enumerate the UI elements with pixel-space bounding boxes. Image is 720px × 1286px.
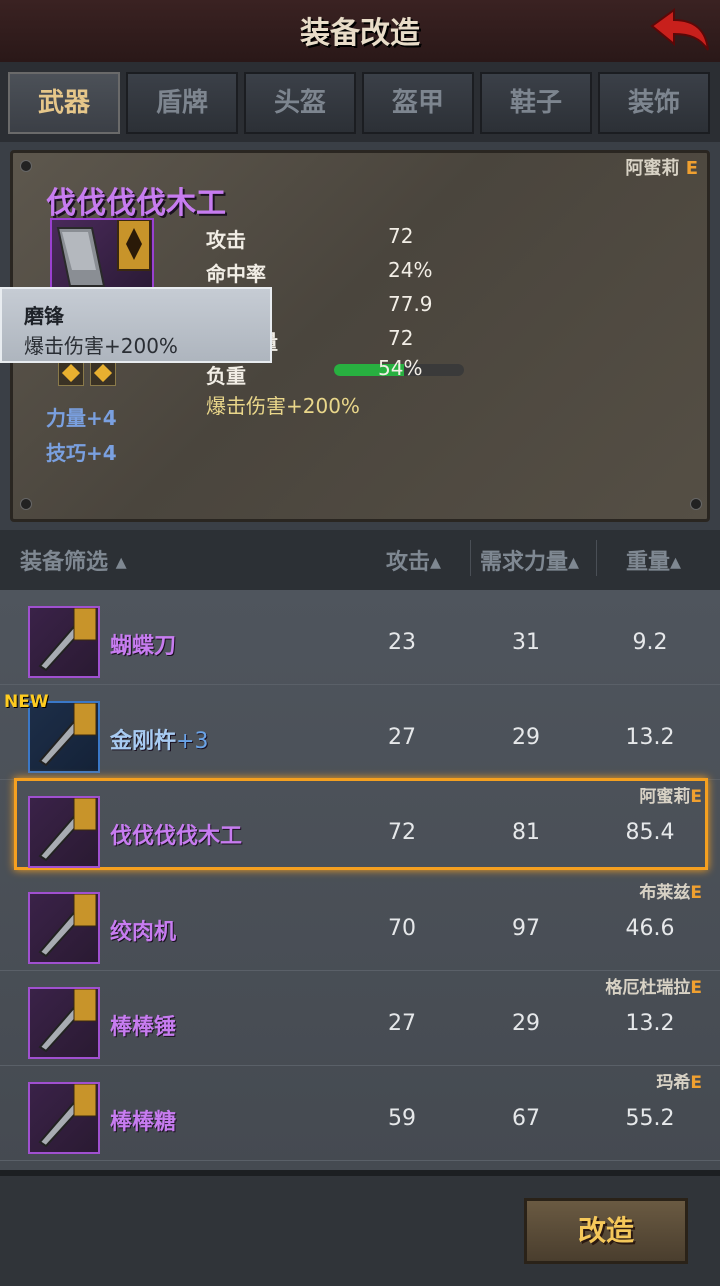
item-strength-req: 67 — [512, 1106, 540, 1131]
tooltip-desc: 爆击伤害+200% — [24, 334, 178, 358]
item-name-text: 棒棒锤 — [110, 1015, 177, 1040]
item-owner: 玛希E — [656, 1068, 702, 1093]
item-name-text: 伐伐伐伐木工 — [110, 824, 243, 849]
column-attack-label: 攻击 — [386, 550, 431, 575]
weapon-icon — [28, 606, 100, 678]
tab-helmet[interactable]: 头盔 — [244, 72, 356, 134]
item-weight: 13.2 — [625, 1011, 675, 1036]
greatsword-icon — [50, 218, 154, 292]
tab-accessory[interactable]: 装饰 — [598, 72, 710, 134]
nail-icon — [20, 160, 32, 172]
item-owner: 布莱兹E — [639, 878, 702, 903]
detail-owner: 阿蜜莉 E — [560, 154, 698, 180]
item-name-text: 棒棒糖 — [110, 1110, 177, 1135]
item-strength-req: 29 — [512, 1011, 540, 1036]
stat-value-weight: 54% — [378, 356, 423, 380]
weapon-icon — [28, 892, 100, 964]
item-owner: 阿蜜莉E — [639, 782, 702, 807]
item-weight: 55.2 — [625, 1106, 675, 1131]
column-attack[interactable]: 攻击▴ — [386, 544, 441, 576]
stat-value-accuracy: 24% — [388, 258, 433, 282]
nail-icon — [690, 498, 702, 510]
stat-value-strength-req: 72 — [388, 326, 414, 350]
gem-socket-icon[interactable] — [90, 360, 116, 386]
item-strength-req: 97 — [512, 916, 540, 941]
item-name: 棒棒锤 — [110, 1009, 176, 1041]
column-weight[interactable]: 重量▴ — [626, 544, 681, 576]
stat-value-hidden: 77.9 — [388, 292, 433, 316]
column-divider — [596, 540, 597, 576]
weapon-icon — [28, 987, 100, 1059]
bonus-strength: 力量+4 — [46, 406, 117, 430]
item-attack: 70 — [388, 916, 416, 941]
item-name-text: 蝴蝶刀 — [110, 634, 177, 659]
item-weight: 85.4 — [625, 820, 675, 845]
column-filter[interactable]: 装备筛选 ▴ — [20, 544, 127, 576]
page-title: 装备改造 — [300, 16, 420, 51]
item-weight: 13.2 — [625, 725, 675, 750]
tab-shoes[interactable]: 鞋子 — [480, 72, 592, 134]
item-strength-req: 29 — [512, 725, 540, 750]
column-strength-req-label: 需求力量 — [480, 550, 569, 575]
item-attack: 23 — [388, 630, 416, 655]
stat-crit-damage: 爆击伤害+200% — [206, 394, 360, 418]
item-plus-level: +3 — [176, 729, 209, 754]
weapon-icon — [28, 1082, 100, 1154]
item-strength-req: 31 — [512, 630, 540, 655]
stat-label-accuracy: 命中率 — [206, 262, 266, 286]
column-weight-label: 重量 — [626, 550, 671, 575]
item-owner-name: 格厄杜瑞拉 — [605, 978, 691, 998]
item-name: 绞肉机 — [110, 914, 176, 946]
item-owner-name: 布莱兹 — [639, 883, 691, 903]
modify-button[interactable]: 改造 — [524, 1198, 688, 1264]
item-attack: 27 — [388, 725, 416, 750]
item-owner-grade: E — [690, 1073, 702, 1093]
detail-item-name: 伐伐伐伐木工 — [46, 186, 226, 221]
stat-label-attack: 攻击 — [206, 228, 246, 252]
item-strength-req: 81 — [512, 820, 540, 845]
item-attack: 27 — [388, 1011, 416, 1036]
new-badge: NEW — [4, 692, 49, 712]
item-owner-grade: E — [690, 883, 702, 903]
column-divider — [470, 540, 471, 576]
item-name-text: 金刚杵 — [110, 729, 177, 754]
column-strength-req[interactable]: 需求力量▴ — [480, 544, 579, 576]
weapon-icon — [28, 796, 100, 868]
item-weight: 46.6 — [625, 916, 675, 941]
item-attack: 59 — [388, 1106, 416, 1131]
item-name: 伐伐伐伐木工 — [110, 818, 242, 850]
item-owner-grade: E — [690, 787, 702, 807]
item-name: 金刚杵+3 — [110, 723, 208, 755]
gem-socket-icon[interactable] — [58, 360, 84, 386]
stat-value-attack: 72 — [388, 224, 414, 248]
tab-shield[interactable]: 盾牌 — [126, 72, 238, 134]
item-owner-grade: E — [690, 978, 702, 998]
detail-owner-name: 阿蜜莉 — [625, 158, 680, 179]
back-arrow-icon[interactable] — [644, 4, 714, 58]
column-filter-label: 装备筛选 — [20, 550, 109, 575]
item-name-text: 绞肉机 — [110, 920, 177, 945]
item-owner-name: 阿蜜莉 — [639, 787, 691, 807]
stat-label-weight: 负重 — [206, 364, 246, 388]
item-name: 蝴蝶刀 — [110, 628, 176, 660]
detail-owner-grade: E — [685, 158, 698, 179]
tab-armor[interactable]: 盔甲 — [362, 72, 474, 134]
item-attack: 72 — [388, 820, 416, 845]
tab-weapon[interactable]: 武器 — [8, 72, 120, 134]
nail-icon — [20, 498, 32, 510]
item-weight: 9.2 — [632, 630, 668, 655]
item-owner: 格厄杜瑞拉E — [605, 973, 702, 998]
bonus-skill: 技巧+4 — [46, 441, 117, 465]
item-name: 棒棒糖 — [110, 1104, 176, 1136]
item-owner-name: 玛希 — [656, 1073, 691, 1093]
tooltip-title: 磨锋 — [24, 304, 64, 328]
